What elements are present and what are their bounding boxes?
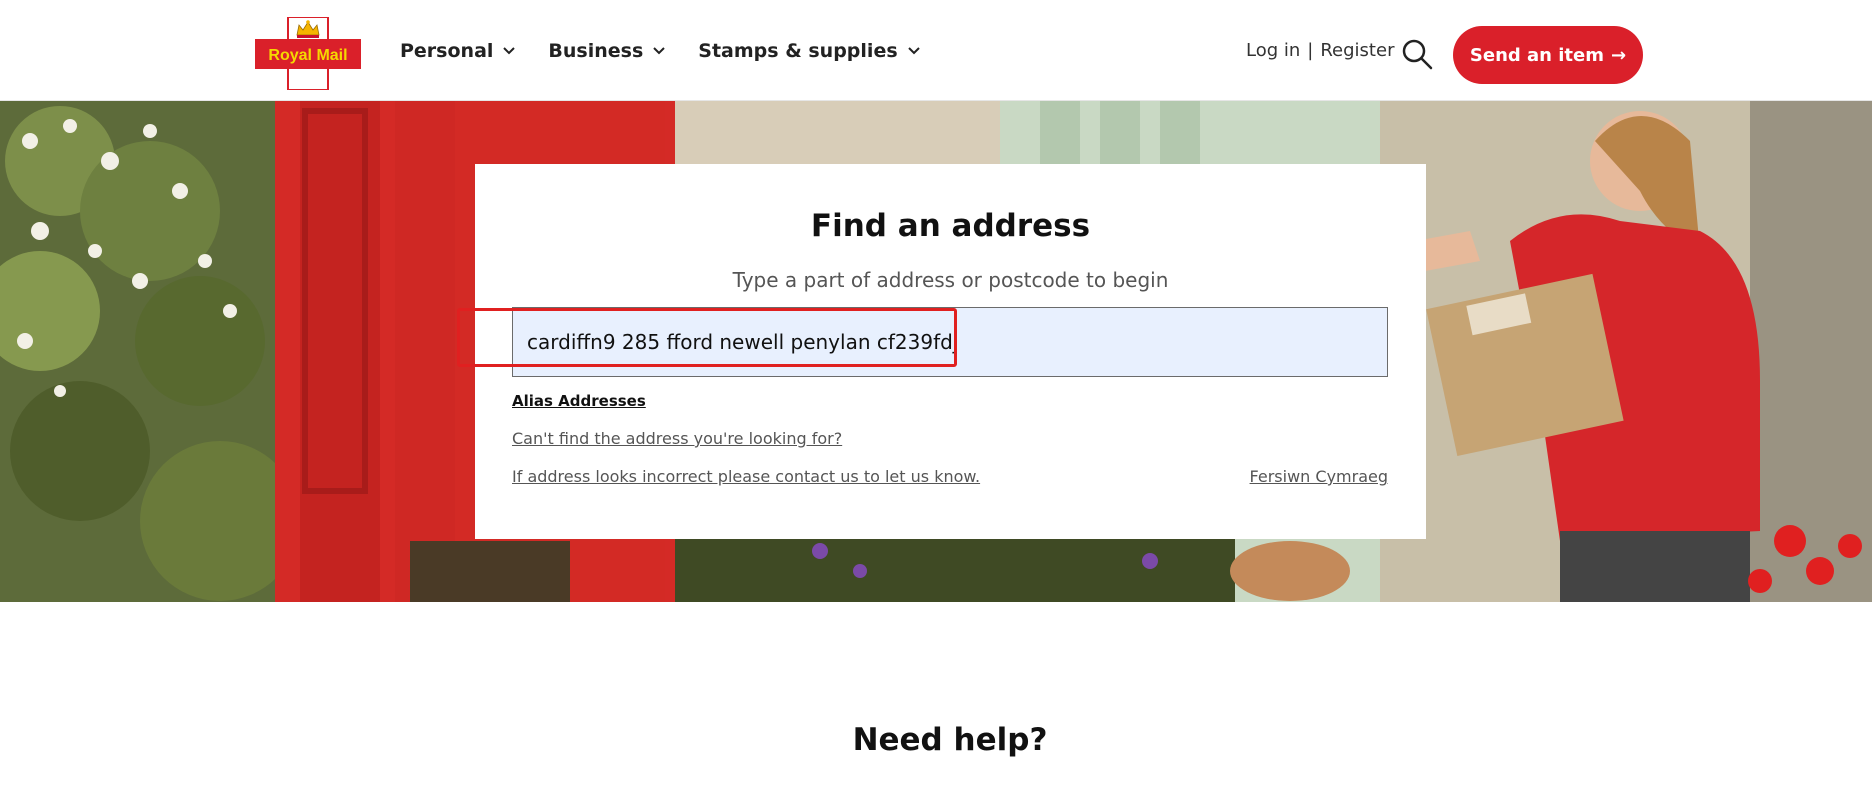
nav-business[interactable]: Business [548, 40, 666, 62]
contact-us-link[interactable]: If address looks incorrect please contac… [512, 467, 980, 486]
nav-business-label: Business [548, 39, 644, 62]
welsh-version-link[interactable]: Fersiwn Cymraeg [1250, 467, 1388, 486]
search-icon[interactable] [1401, 38, 1433, 70]
cant-find-address-link[interactable]: Can't find the address you're looking fo… [512, 429, 842, 448]
chevron-down-icon [907, 46, 920, 54]
svg-text:Royal Mail: Royal Mail [268, 47, 347, 64]
royal-mail-logo[interactable]: Royal Mail [255, 16, 361, 91]
nav-stamps-supplies[interactable]: Stamps & supplies [698, 40, 920, 62]
send-an-item-label: Send an item [1469, 44, 1604, 66]
nav-personal[interactable]: Personal [400, 40, 516, 62]
arrow-right-icon: → [1611, 44, 1627, 66]
nav-personal-label: Personal [400, 39, 494, 62]
chevron-down-icon [503, 46, 516, 54]
auth-links: Log in | Register [1246, 0, 1394, 101]
find-address-card: Find an address Type a part of address o… [475, 164, 1426, 539]
card-title: Find an address [810, 208, 1091, 244]
login-link[interactable]: Log in [1246, 40, 1300, 61]
card-subtitle: Type a part of address or postcode to be… [732, 268, 1169, 292]
nav-stamps-label: Stamps & supplies [698, 39, 898, 62]
address-search-input[interactable] [512, 307, 1388, 377]
site-header: Royal Mail Personal Business Stamps & su… [0, 0, 1872, 101]
alias-addresses-link[interactable]: Alias Addresses [512, 392, 646, 410]
register-link[interactable]: Register [1320, 40, 1394, 61]
need-help-heading: Need help? [852, 722, 1048, 758]
chevron-down-icon [653, 46, 665, 54]
main-nav: Personal Business Stamps & supplies [400, 0, 953, 101]
auth-separator: | [1307, 40, 1314, 61]
send-an-item-button[interactable]: Send an item → [1453, 26, 1643, 84]
